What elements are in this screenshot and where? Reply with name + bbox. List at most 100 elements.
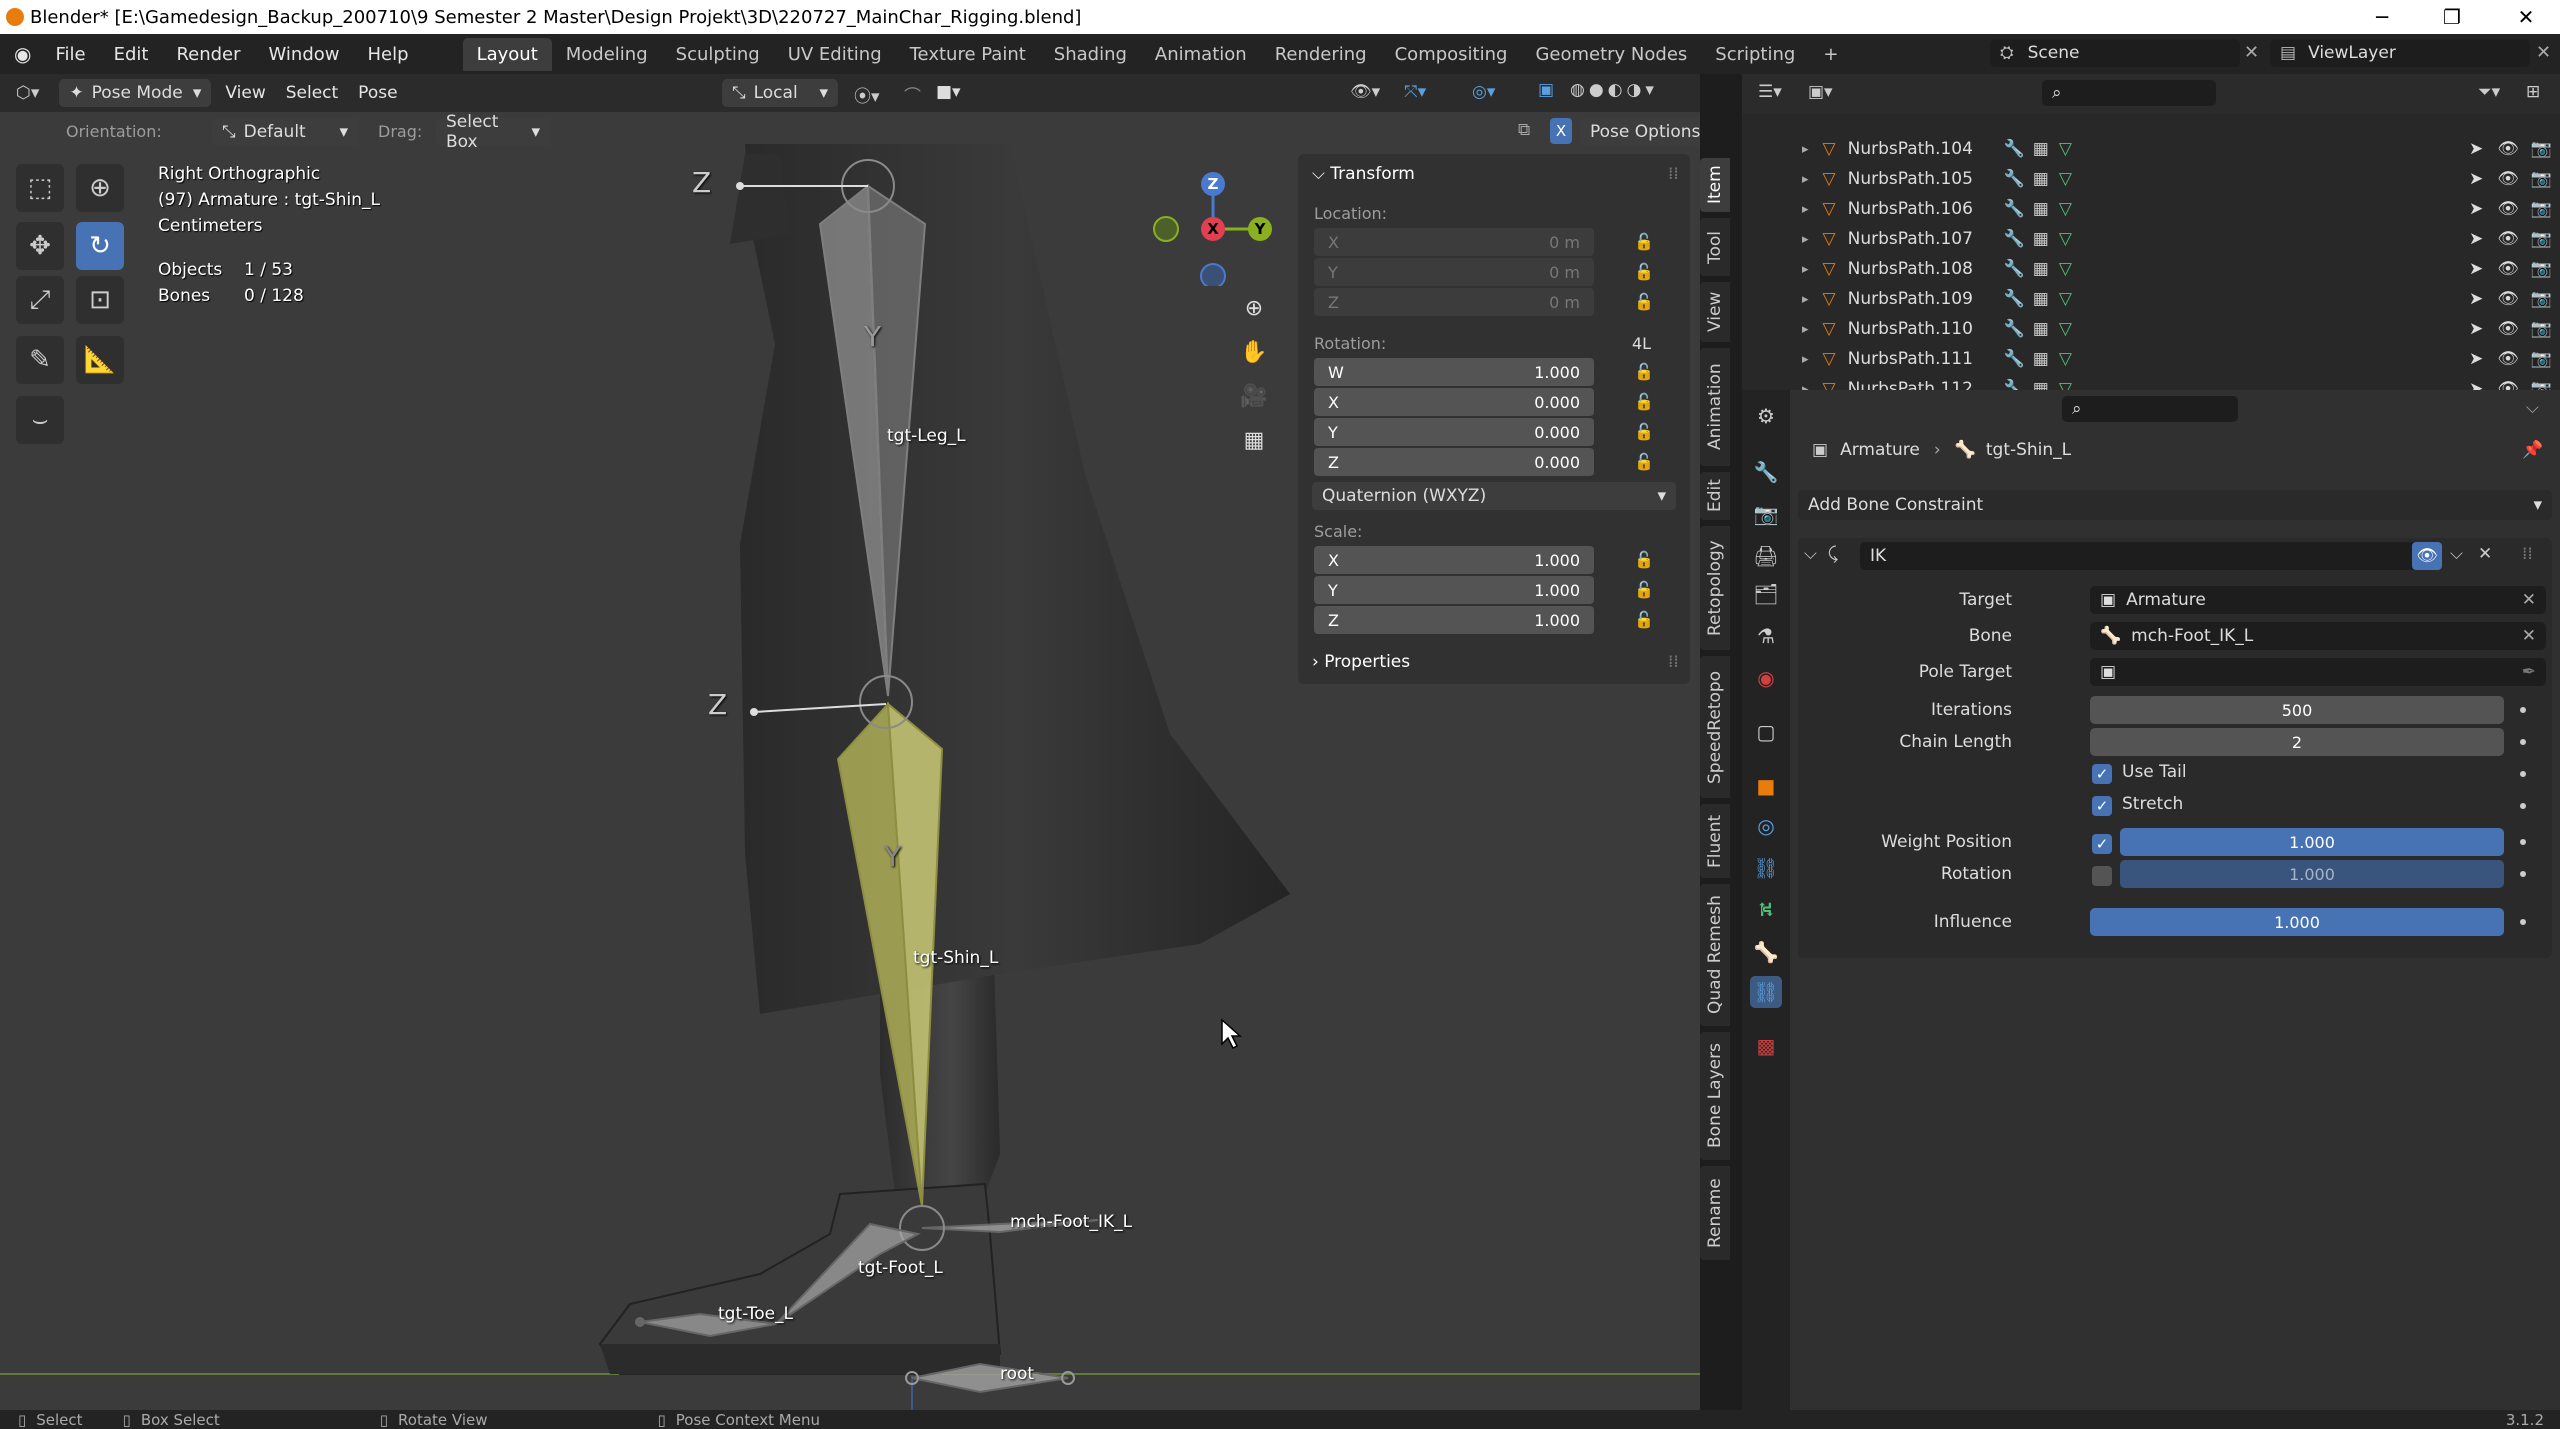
tab-scripting[interactable]: Scripting [1701,38,1809,71]
rotation-weight-checkbox[interactable] [2092,866,2112,886]
scale-y-field[interactable]: Y 1.000 [1314,576,1594,604]
lock-icon[interactable]: 🔓 [1634,422,1654,442]
bone-label-root[interactable]: root [1000,1364,1034,1384]
menu-window[interactable]: Window [255,44,354,65]
tab-shading[interactable]: Shading [1040,38,1141,71]
outliner-search-input[interactable]: ⌕ [2042,80,2216,106]
render-camera-icon[interactable]: 📷 [2531,229,2552,249]
tab-geometry-nodes[interactable]: Geometry Nodes [1521,38,1701,71]
tab-animation[interactable]: Animation [1141,38,1261,71]
pole-target-field[interactable]: ▣ ✒ [2090,658,2546,686]
tab-animation-side[interactable]: Animation [1700,348,1730,466]
render-camera-icon[interactable]: 📷 [2531,289,2552,309]
outliner-row[interactable]: ▸ ▽ NurbsPath.109 🔧 ▦ ▽ ➤ 👁 📷 [1742,284,2560,314]
x-mirror-toggle[interactable]: X [1550,118,1572,144]
select-toggle-icon[interactable]: ➤ [2469,139,2483,159]
physics-tab-icon[interactable]: ◎ [1750,810,1782,842]
lock-icon[interactable]: 🔓 [1634,580,1654,600]
tool-tab-icon[interactable]: 🔧 [1750,456,1782,488]
tab-tool[interactable]: Tool [1700,218,1730,276]
drag-handle-icon[interactable]: ⁞⁞ [2522,544,2533,564]
transform-orientation[interactable]: ⤡ Local ▾ [722,79,838,107]
eye-icon[interactable]: 👁 [2497,289,2519,309]
xray-icon[interactable]: ▣ [1538,80,1554,100]
drag-handle-icon[interactable]: ⁞⁞ [1668,164,1679,184]
tab-compositing[interactable]: Compositing [1381,38,1522,71]
outliner-row[interactable]: ▸ ▽ NurbsPath.106 🔧 ▦ ▽ ➤ 👁 📷 [1742,194,2560,224]
rotation-y-field[interactable]: Y 0.000 [1314,418,1594,446]
bone-field[interactable]: 🦴 mch-Foot_IK_L ✕ [2090,622,2546,650]
render-camera-icon[interactable]: 📷 [2531,139,2552,159]
scene-selector[interactable]: ⛭ Scene [1990,39,2240,67]
expand-arrow-icon[interactable]: ▸ [1802,172,1809,187]
expand-arrow-icon[interactable]: ▸ [1802,352,1809,367]
lock-icon[interactable]: 🔓 [1634,392,1654,412]
outliner-row[interactable]: ▸ ▽ NurbsPath.108 🔧 ▦ ▽ ➤ 👁 📷 [1742,254,2560,284]
tab-rename[interactable]: Rename [1700,1166,1730,1260]
expand-arrow-icon[interactable]: ▸ [1802,142,1809,157]
pivot-point-icon[interactable]: ⦿▾ [854,82,880,107]
display-mode-icon[interactable]: ▣▾ [1808,82,1833,102]
rotate-tool[interactable]: ↻ [76,222,124,270]
object-data-tab-icon[interactable]: ⛕ [1750,894,1782,926]
eye-icon[interactable]: 👁 [2497,259,2519,279]
visibility-icon[interactable]: 👁▾ [1350,82,1380,102]
keyframe-dot-icon[interactable] [2520,803,2526,809]
chain-length-field[interactable]: 2 [2090,728,2504,756]
scale-z-field[interactable]: Z 1.000 [1314,606,1594,634]
rotation-w-field[interactable]: W 1.000 [1314,358,1594,386]
lock-icon[interactable]: 🔓 [1634,292,1654,312]
stretch-checkbox[interactable]: ✓ [2092,796,2112,816]
constraint-name-input[interactable]: IK [1860,542,2420,570]
properties-panel-header[interactable]: › Properties [1312,652,1410,672]
location-z-field[interactable]: Z0 m [1314,288,1594,316]
bone-label-shin[interactable]: tgt-Shin_L [913,948,998,968]
outliner-row[interactable]: ▸ ▽ NurbsPath.110 🔧 ▦ ▽ ➤ 👁 📷 [1742,314,2560,344]
move-tool[interactable]: ✥ [16,222,64,270]
lock-icon[interactable]: 🔓 [1634,232,1654,252]
select-toggle-icon[interactable]: ➤ [2469,169,2483,189]
scale-tool[interactable]: ⤢ [16,276,64,324]
lock-icon[interactable]: 🔓 [1634,610,1654,630]
collection-tab-icon[interactable]: ▢ [1750,716,1782,748]
view-layer-tab-icon[interactable]: 🗂 [1750,578,1782,610]
gizmo-icon[interactable]: ⤧▾ [1404,82,1426,102]
filter-icon[interactable]: ⏷▾ [2478,82,2500,102]
drag-dropdown[interactable]: Select Box ▾ [436,112,550,152]
pan-hand-icon[interactable]: ✋ [1234,332,1274,372]
render-camera-icon[interactable]: 📷 [2531,169,2552,189]
annotate-tool[interactable]: ✎ [16,336,64,384]
close-window-icon[interactable]: ✕ [2496,0,2556,34]
scene-delete-icon[interactable]: ✕ [2244,42,2259,63]
camera-icon[interactable]: 🎥 [1234,376,1274,416]
tab-quad-remesh[interactable]: Quad Remesh [1700,884,1730,1026]
eye-icon[interactable]: 👁 [2497,139,2519,159]
expand-arrow-icon[interactable]: ▸ [1802,262,1809,277]
mode-selector[interactable]: ✦ Pose Mode ▾ [59,79,212,107]
use-tail-checkbox[interactable]: ✓ [2092,764,2112,784]
minimize-icon[interactable]: ─ [2352,0,2412,34]
overlay-icon[interactable]: ◎▾ [1472,82,1495,102]
keyframe-dot-icon[interactable] [2520,919,2526,925]
weight-position-slider[interactable]: 1.000 [2120,828,2504,856]
select-toggle-icon[interactable]: ➤ [2469,199,2483,219]
pin-icon[interactable]: 📌 [2522,440,2543,460]
influence-slider[interactable]: 1.000 [2090,908,2504,936]
keyframe-dot-icon[interactable] [2520,839,2526,845]
weight-position-checkbox[interactable]: ✓ [2092,834,2112,854]
menu-help[interactable]: Help [354,44,423,65]
menu-view[interactable]: View [211,83,279,103]
cursor-tool[interactable]: ⊕ [76,164,124,212]
collapse-chevron-icon[interactable]: ⌵ [1804,544,1817,564]
world-tab-icon[interactable]: ◉ [1750,662,1782,694]
select-toggle-icon[interactable]: ➤ [2469,319,2483,339]
render-camera-icon[interactable]: 📷 [2531,349,2552,369]
keyframe-dot-icon[interactable] [2520,871,2526,877]
menu-edit[interactable]: Edit [100,44,163,65]
texture-tab-icon[interactable]: ▩ [1750,1030,1782,1062]
select-toggle-icon[interactable]: ➤ [2469,259,2483,279]
lock-icon[interactable]: 🔓 [1634,362,1654,382]
output-tab-icon[interactable]: 🖨 [1750,540,1782,572]
proportional-edit-icon[interactable]: ■▾ [936,82,961,102]
rotation-z-field[interactable]: Z 0.000 [1314,448,1594,476]
